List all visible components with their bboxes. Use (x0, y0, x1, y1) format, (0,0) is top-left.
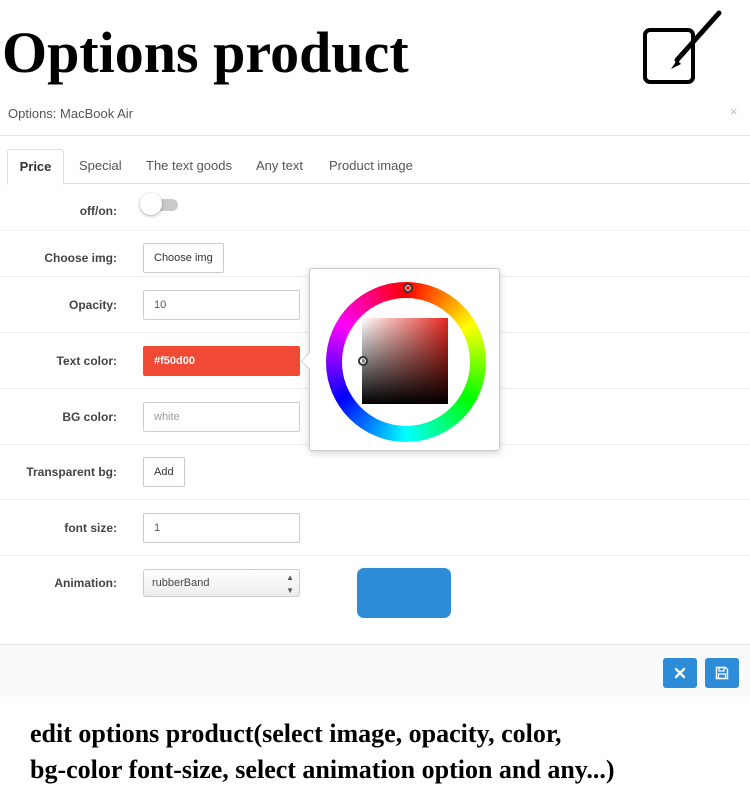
add-transparent-bg-button[interactable]: Add (143, 457, 185, 487)
text-color-input[interactable]: #f50d00 (143, 346, 300, 376)
caption-line-2: bg-color font-size, select animation opt… (30, 755, 615, 784)
animation-preview-box (357, 568, 451, 618)
toggle-knob (140, 193, 162, 215)
close-icon (674, 667, 686, 679)
modal-footer (0, 645, 750, 697)
transparent-bg-label: Transparent bg: (26, 465, 117, 479)
bg-color-input[interactable]: white (143, 402, 300, 432)
cancel-button[interactable] (663, 658, 697, 688)
save-icon (715, 666, 729, 680)
opacity-input[interactable]: 10 (143, 290, 300, 320)
tab-price[interactable]: Price (7, 149, 64, 185)
tab-product-image[interactable]: Product image (329, 149, 413, 184)
font-size-row: font size: 1 (0, 499, 750, 555)
opacity-label: Opacity: (68, 298, 117, 312)
tab-the-text-goods[interactable]: The text goods (146, 149, 232, 184)
animation-selected-value: rubberBand (152, 577, 210, 589)
hue-handle[interactable] (403, 283, 413, 293)
font-size-input[interactable]: 1 (143, 513, 300, 543)
saturation-handle[interactable] (358, 356, 368, 366)
color-picker-popover (309, 268, 500, 451)
animation-label: Animation: (54, 576, 117, 590)
promo-caption: edit options product(select image, opaci… (30, 716, 730, 788)
animation-select[interactable]: rubberBand ▲ ▼ (143, 569, 300, 597)
modal-close-icon[interactable]: × (730, 104, 738, 120)
font-size-label: font size: (64, 521, 117, 535)
tab-any-text[interactable]: Any text (256, 149, 303, 184)
caption-line-1: edit options product(select image, opaci… (30, 719, 562, 748)
header-divider (0, 135, 750, 136)
enable-toggle[interactable] (140, 193, 178, 215)
popover-arrow-inner (302, 353, 310, 369)
choose-img-button[interactable]: Choose img (143, 243, 224, 273)
tab-bar: Price Special The text goods Any text Pr… (7, 149, 750, 185)
text-color-label: Text color: (56, 354, 117, 368)
select-arrows-icon: ▲ ▼ (286, 573, 294, 595)
bg-color-label: BG color: (62, 410, 117, 424)
choose-img-label: Choose img: (44, 251, 117, 265)
transparent-bg-row: Transparent bg: Add (0, 444, 750, 500)
tab-special[interactable]: Special (79, 149, 122, 184)
edit-icon (643, 10, 722, 84)
toggle-label: off/on: (79, 204, 117, 218)
modal-title: Options: MacBook Air (8, 106, 133, 121)
save-button[interactable] (705, 658, 739, 688)
saturation-value-square[interactable] (362, 318, 448, 404)
promo-title: Options product (2, 20, 409, 85)
